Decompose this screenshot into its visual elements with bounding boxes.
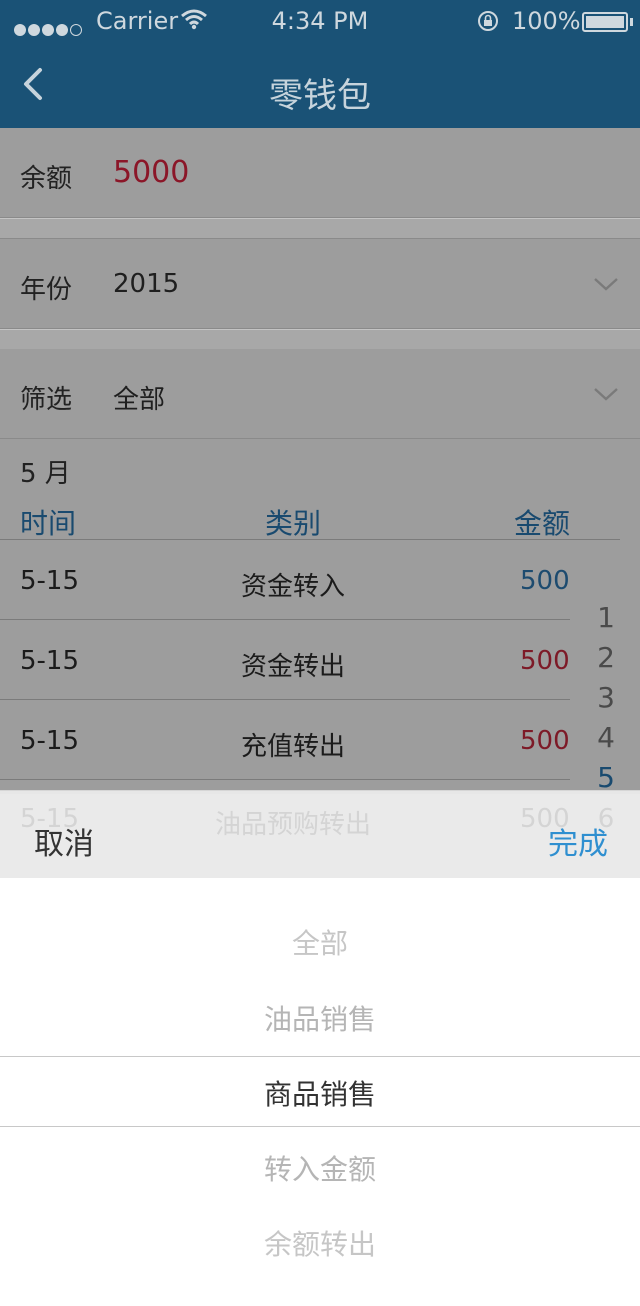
picker-option[interactable]: 全部 [0, 922, 640, 962]
column-header-amount: 金额 [514, 507, 571, 540]
picker-option-selected[interactable]: 商品销售 [0, 1073, 640, 1113]
filter-value: 全部 [113, 385, 166, 415]
month-index-item[interactable]: 3 [594, 678, 618, 718]
month-index-item[interactable]: 2 [594, 638, 618, 678]
section-gap [0, 219, 640, 239]
row-amount: 500 [520, 726, 570, 756]
table-row[interactable]: 5-15 充值转出 500 [0, 700, 570, 780]
balance-value: 5000 [113, 155, 190, 190]
row-category: 油品预购转出 [214, 810, 371, 840]
month-header: 5 月 [0, 439, 640, 495]
month-index-item: 6 [597, 804, 615, 834]
year-value: 2015 [113, 269, 180, 299]
table-row[interactable]: 5-15 资金转出 500 [0, 620, 570, 700]
column-header-category: 类别 [265, 507, 322, 540]
column-header-time: 时间 [20, 507, 77, 540]
month-index-item[interactable]: 4 [594, 718, 618, 758]
navigation-bar: 零钱包 [0, 40, 640, 128]
row-amount: 500 [520, 804, 570, 834]
year-row[interactable]: 年份 2015 [0, 239, 640, 329]
month-label: 5 月 [20, 459, 71, 489]
row-amount: 500 [520, 646, 570, 676]
filter-label: 筛选 [20, 385, 73, 415]
section-gap [0, 330, 640, 350]
battery-icon [582, 12, 628, 32]
category-picker[interactable]: 全部 油品销售 商品销售 转入金额 余额转出 [0, 878, 640, 1306]
top-bar: Carrier 4:34 PM 100% 零钱包 [0, 0, 640, 128]
rotation-lock-icon [478, 11, 498, 31]
balance-row: 余额 5000 [0, 128, 640, 218]
month-index-item[interactable]: 1 [594, 598, 618, 638]
row-amount: 500 [520, 566, 570, 596]
balance-label: 余额 [20, 164, 73, 194]
row-category: 资金转入 [240, 572, 345, 602]
row-category: 资金转出 [240, 652, 345, 682]
battery-percentage: 100% [512, 7, 581, 35]
selection-indicator-top [0, 1056, 640, 1057]
picker-option[interactable]: 余额转出 [0, 1223, 640, 1263]
chevron-down-icon [594, 388, 618, 401]
chevron-down-icon [594, 278, 618, 291]
filter-row[interactable]: 筛选 全部 [0, 349, 640, 439]
year-label: 年份 [20, 275, 73, 305]
picker-option[interactable]: 油品销售 [0, 998, 640, 1038]
table-header: 时间 类别 金额 [0, 494, 620, 540]
row-category: 充值转出 [240, 732, 345, 762]
month-index-bar[interactable]: 1 2 3 4 5 [594, 598, 618, 798]
status-bar: Carrier 4:34 PM 100% [0, 0, 640, 40]
table-row-behind-toolbar: 5-15 油品预购转出 500 6 [0, 804, 640, 840]
table-row[interactable]: 5-15 资金转入 500 [0, 540, 570, 620]
picker-option[interactable]: 转入金额 [0, 1148, 640, 1188]
transaction-table: 时间 类别 金额 5-15 资金转入 500 5-15 资金转出 500 5-1… [0, 494, 640, 794]
selection-indicator-bottom [0, 1126, 640, 1127]
page-title: 零钱包 [269, 76, 371, 116]
